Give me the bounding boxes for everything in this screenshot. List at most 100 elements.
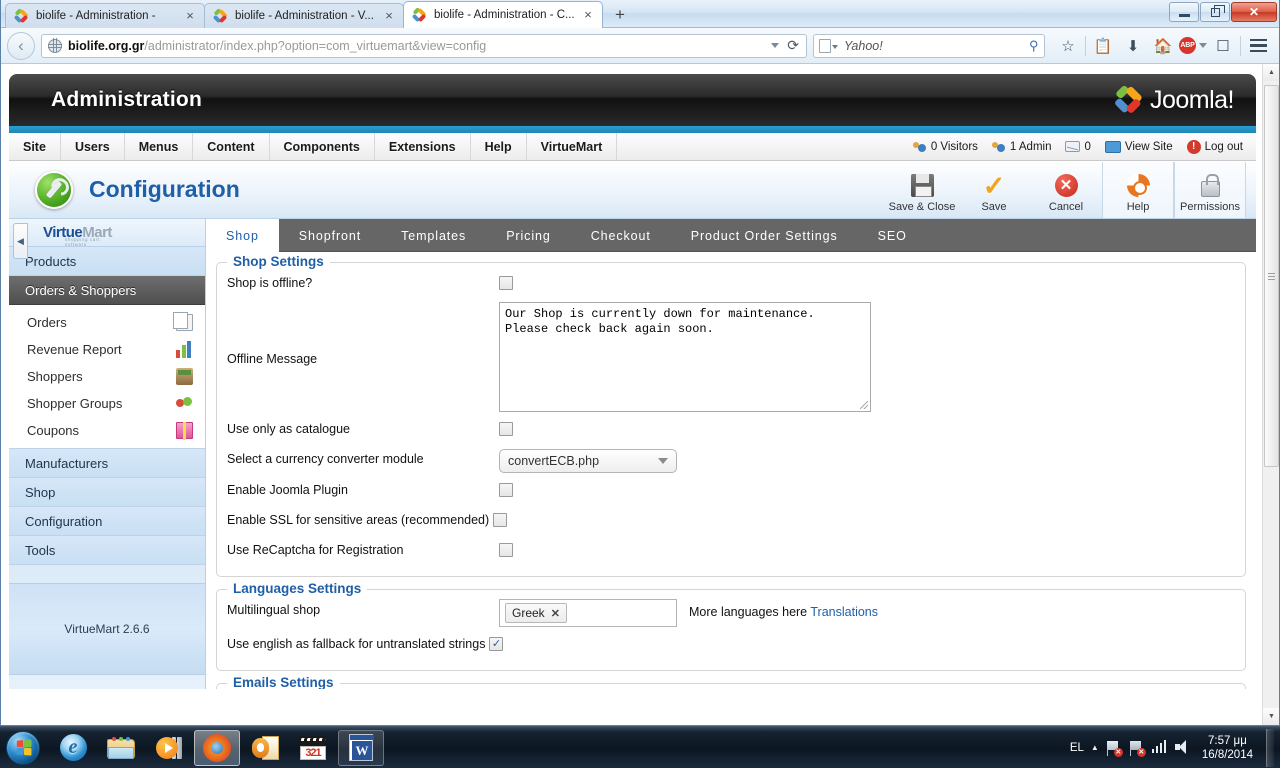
tab-templates[interactable]: Templates [381,219,486,252]
view-site-link[interactable]: View Site [1100,140,1178,153]
menu-item-virtuemart[interactable]: VirtueMart [527,133,618,160]
tab-shop[interactable]: Shop [206,219,279,252]
sidebar-item-tools[interactable]: Tools [9,536,205,565]
volume-icon[interactable] [1175,740,1191,756]
show-hidden-icons-button[interactable]: ▲ [1091,743,1099,752]
taskbar-item-windows-explorer[interactable] [98,730,144,766]
translations-link[interactable]: Translations [810,605,878,619]
clock[interactable]: 7:57 μμ 16/8/2014 [1198,734,1257,762]
multilingual-chip-input[interactable]: Greek ✕ [499,599,677,627]
textarea-resize-handle[interactable] [860,401,868,409]
action-center-icon[interactable]: ✕ [1129,740,1146,757]
close-tab-icon[interactable]: × [381,8,397,24]
help-button[interactable]: Help [1102,161,1174,218]
sidebar-subitem-shoppers[interactable]: Shoppers [9,363,205,390]
offline-message-textarea[interactable]: Our Shop is currently down for maintenan… [499,302,871,412]
search-engine-icon[interactable] [819,38,838,53]
new-tab-button[interactable]: + [606,3,634,28]
catalogue-checkbox[interactable] [499,422,513,436]
start-button[interactable] [0,728,46,768]
tab-seo[interactable]: SEO [858,219,927,252]
save-and-close-button[interactable]: Save & Close [886,162,958,218]
sidebar-item-configuration[interactable]: Configuration [9,507,205,536]
search-icon[interactable]: ⚲ [1029,38,1039,54]
catalogue-label: Use only as catalogue [227,422,350,436]
sidebar-subitem-revenue-report[interactable]: Revenue Report [9,336,205,363]
browser-tab-2[interactable]: biolife - Administration - V... × [204,3,404,28]
close-tab-icon[interactable]: × [580,7,596,23]
cancel-button[interactable]: ✕ Cancel [1030,162,1102,218]
menu-item-components[interactable]: Components [270,133,375,160]
scroll-up-arrow[interactable]: ▲ [1263,64,1279,81]
shop-offline-checkbox[interactable] [499,276,513,290]
address-bar[interactable]: biolife.org.gr/administrator/index.php?o… [41,33,807,58]
menu-item-menus[interactable]: Menus [125,133,194,160]
save-button[interactable]: ✓ Save [958,162,1030,218]
taskbar-item-word[interactable]: W [338,729,384,766]
taskbar-item-outlook[interactable] [242,730,288,766]
browser-tabstrip: biolife - Administration - × biolife - A… [1,0,634,28]
language-indicator[interactable]: EL [1070,742,1084,754]
browser-tab-1[interactable]: biolife - Administration - × [5,3,205,28]
joomla-plugin-checkbox[interactable] [499,483,513,497]
ssl-checkbox[interactable] [493,513,508,527]
close-tab-icon[interactable]: × [182,8,198,24]
search-input[interactable]: Yahoo! [844,39,883,53]
menu-icon[interactable] [1243,32,1273,60]
logout-link[interactable]: ! Log out [1182,139,1248,154]
sidebar-subitem-coupons[interactable]: Coupons [9,417,205,444]
taskbar-item-firefox[interactable] [194,729,240,766]
reading-list-icon[interactable]: 📋 [1088,32,1118,60]
tab-shopfront[interactable]: Shopfront [279,219,381,252]
currency-converter-select[interactable]: convertECB.php [499,449,677,473]
back-button[interactable]: ‹ [7,31,35,60]
tab-pricing[interactable]: Pricing [486,219,571,252]
page-scrollbar[interactable]: ▲ ▼ [1262,64,1279,725]
menu-item-content[interactable]: Content [193,133,270,160]
taskbar-item-internet-explorer[interactable]: e [50,730,96,766]
sidebar-item-orders-and-shoppers[interactable]: Orders & Shoppers [9,276,205,305]
menu-item-site[interactable]: Site [9,133,61,160]
sidebar-collapse-button[interactable]: ◀ [13,223,28,259]
reload-icon[interactable]: ⟳ [787,37,799,54]
home-icon[interactable]: 🏠 [1148,32,1178,60]
sidebar-item-products[interactable]: Products [9,247,205,276]
menu-item-users[interactable]: Users [61,133,125,160]
restore-button[interactable] [1200,2,1230,22]
menu-item-help[interactable]: Help [471,133,527,160]
bookmark-star-icon[interactable]: ☆ [1053,32,1083,60]
remove-chip-icon[interactable]: ✕ [551,607,560,620]
url-text: biolife.org.gr/administrator/index.php?o… [68,39,486,53]
fallback-checkbox[interactable]: ✓ [489,637,504,651]
currency-converter-value: convertECB.php [508,454,600,468]
sidebar-subitem-label: Shoppers [27,369,83,384]
messages-status[interactable]: 0 [1060,141,1095,153]
browser-tab-3[interactable]: biolife - Administration - C... × [403,1,603,28]
sidebar-item-shop[interactable]: Shop [9,478,205,507]
menu-item-extensions[interactable]: Extensions [375,133,471,160]
tab-groups-icon[interactable]: ☐ [1208,32,1238,60]
show-desktop-button[interactable] [1266,728,1274,767]
taskbar-item-windows-media-player[interactable] [146,730,192,766]
network-flag-icon[interactable]: ✕ [1106,740,1123,757]
recaptcha-checkbox[interactable] [499,543,513,557]
sidebar-subitem-shopper-groups[interactable]: Shopper Groups [9,390,205,417]
chevron-down-icon[interactable] [771,43,780,48]
network-signal-icon[interactable] [1151,739,1168,756]
taskbar-item-media-player-classic[interactable]: 321 [290,730,336,766]
tab-product-order-settings[interactable]: Product Order Settings [671,219,858,252]
permissions-button[interactable]: Permissions [1174,161,1246,218]
minimize-button[interactable] [1169,2,1199,22]
downloads-icon[interactable]: ⬇ [1118,32,1148,60]
sidebar-item-manufacturers[interactable]: Manufacturers [9,449,205,478]
search-bar[interactable]: Yahoo! ⚲ [813,33,1045,58]
visitors-label: 0 Visitors [930,140,978,153]
adblock-icon[interactable]: ABP [1178,32,1208,60]
page-viewport: Administration Joomla! Site Users Menus … [1,64,1279,725]
close-window-button[interactable]: ✕ [1231,2,1277,22]
tab-checkout[interactable]: Checkout [571,219,671,252]
scrollbar-thumb[interactable] [1264,85,1279,467]
admins-status: 1 Admin [987,140,1057,153]
scroll-down-arrow[interactable]: ▼ [1263,708,1279,725]
sidebar-subitem-orders[interactable]: Orders [9,309,205,336]
